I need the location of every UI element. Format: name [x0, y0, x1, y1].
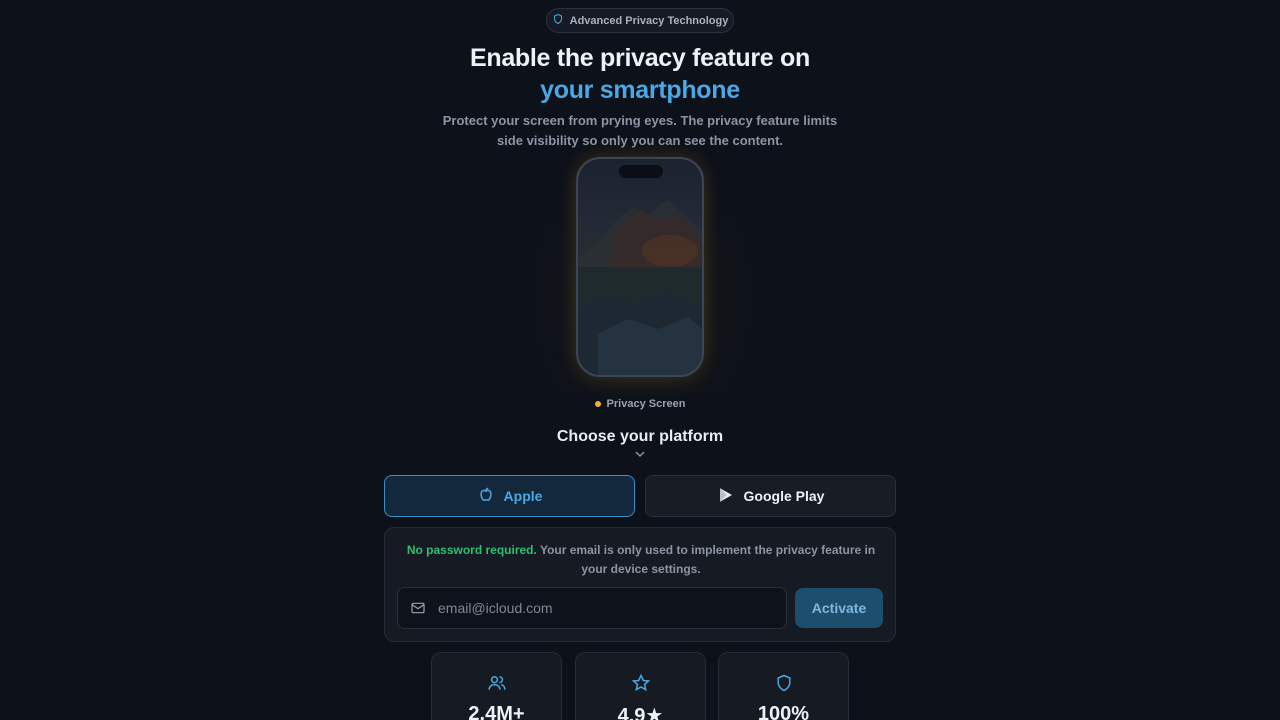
status-dot-icon [594, 401, 601, 407]
shield-icon [777, 674, 791, 692]
activation-card: No password required. Your email is only… [384, 527, 896, 642]
tech-badge: Advanced Privacy Technology [546, 8, 734, 33]
apple-button-label: Apple [503, 488, 543, 504]
hero-subtitle: Protect your screen from prying eyes. Th… [442, 113, 838, 148]
stat-card-users: 2.4M+ [431, 652, 562, 720]
google-play-button[interactable]: Google Play [645, 475, 896, 517]
apple-button[interactable]: Apple [384, 475, 635, 517]
mail-icon [411, 602, 425, 614]
privacy-status: Privacy Screen [0, 398, 1280, 410]
platform-heading: Choose your platform [556, 428, 724, 445]
stat-card-rating: 4.9★ [575, 652, 706, 720]
google-play-button-label: Google Play [743, 488, 825, 504]
hero-title: Enable the privacy feature on [469, 44, 811, 72]
landscape-wallpaper [578, 199, 702, 375]
stat-card-security: 100% [718, 652, 849, 720]
badge-label: Advanced Privacy Technology [569, 14, 729, 27]
activate-button[interactable]: Activate [795, 588, 883, 628]
hero-title-highlight: your smartphone [540, 76, 740, 104]
email-input[interactable] [438, 600, 758, 616]
notice-text: Your email is only used to implement the… [536, 543, 876, 576]
star-icon [631, 673, 651, 692]
stat-value: 4.9★ [617, 705, 664, 720]
phone-mockup [576, 157, 704, 377]
shield-icon [552, 13, 564, 28]
privacy-notice: No password required. Your email is only… [397, 541, 885, 579]
users-icon [488, 676, 506, 690]
email-field-wrapper [397, 587, 787, 629]
stat-value: 2.4M+ [468, 703, 525, 720]
page: Advanced Privacy Technology Enable the p… [0, 0, 1280, 720]
notice-highlight: No password required. [406, 543, 537, 557]
chevron-down-icon [635, 451, 645, 458]
privacy-status-label: Privacy Screen [606, 398, 686, 410]
stat-value: 100% [757, 703, 810, 720]
google-play-icon [717, 486, 735, 507]
phone-notch [619, 165, 663, 178]
apple-icon [477, 486, 495, 507]
